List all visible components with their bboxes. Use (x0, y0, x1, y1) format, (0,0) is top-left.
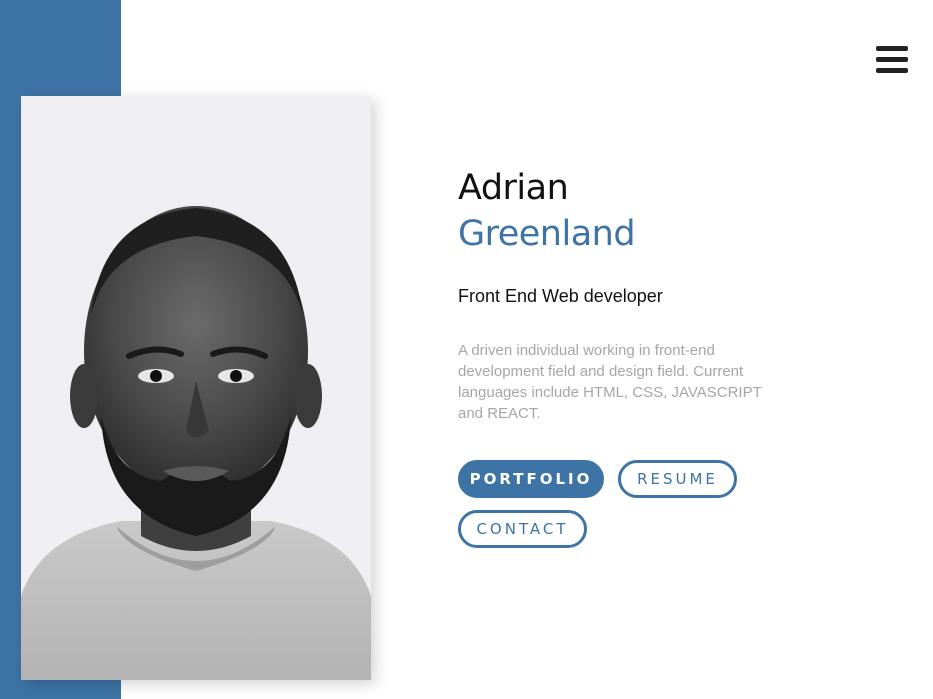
contact-button[interactable]: CONTACT (458, 510, 587, 548)
menu-bar (876, 46, 908, 51)
profile-photo (21, 96, 371, 680)
hamburger-menu-icon[interactable] (876, 46, 908, 74)
action-buttons: PORTFOLIO RESUME CONTACT (458, 460, 758, 548)
landing-page: Adrian Greenland Front End Web developer… (0, 0, 933, 699)
portrait-illustration (21, 96, 371, 680)
first-name: Adrian (458, 168, 569, 208)
profile-info: Adrian Greenland Front End Web developer… (458, 166, 798, 548)
menu-bar (876, 68, 908, 73)
portfolio-button[interactable]: PORTFOLIO (458, 460, 604, 498)
resume-button[interactable]: RESUME (618, 460, 737, 498)
bio-text: A driven individual working in front-end… (458, 342, 762, 422)
job-title: Front End Web developer (458, 286, 663, 306)
last-name: Greenland (458, 214, 636, 254)
menu-bar (876, 57, 908, 62)
